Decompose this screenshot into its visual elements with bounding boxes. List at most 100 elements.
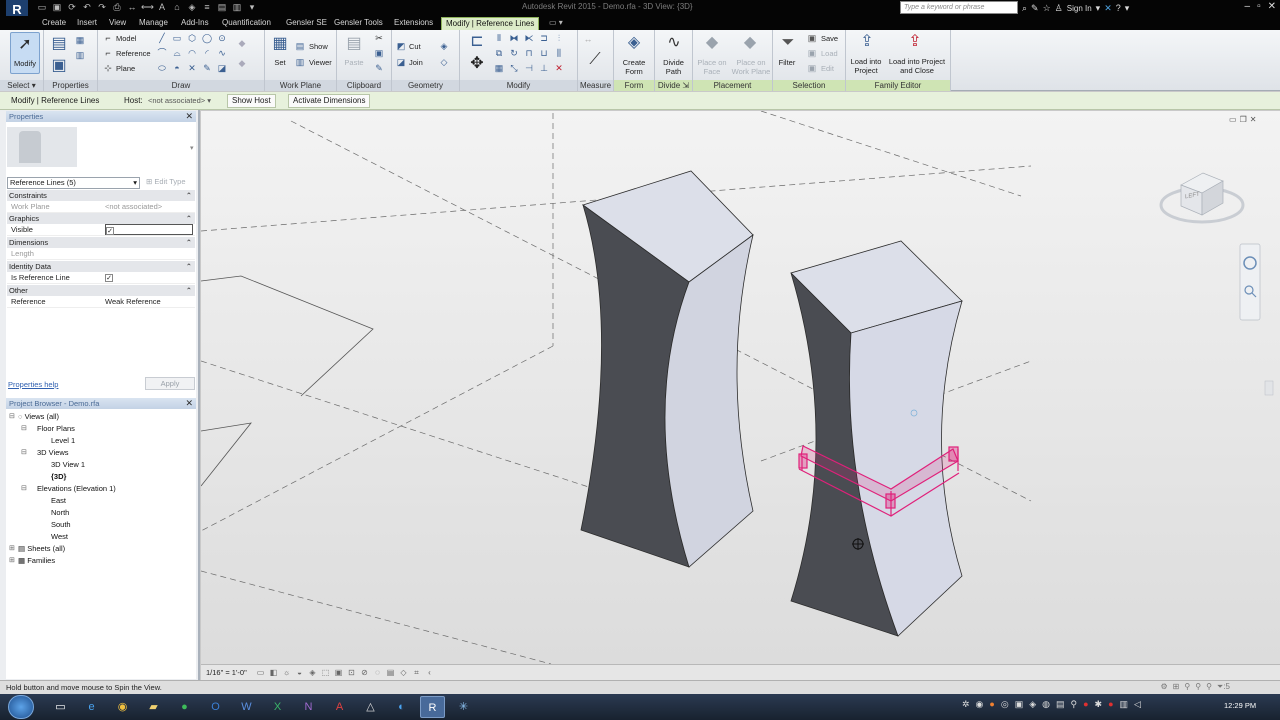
save-icon[interactable]: ▣ [51, 2, 63, 13]
user-icon[interactable]: ♙ [1055, 3, 1063, 14]
place-on-work-plane-icon[interactable]: ◆ [739, 33, 761, 53]
modify-button[interactable]: ➚ Modify [10, 32, 40, 74]
tray-icon[interactable]: ◎ [1001, 699, 1009, 710]
group-graphics[interactable]: Graphics ⌃ [7, 213, 195, 224]
tab-toggle-icon[interactable]: ▭ ▾ [545, 17, 567, 30]
detail-level-icon[interactable]: ▭ [255, 667, 266, 678]
search-icon[interactable]: ⌕ [1022, 3, 1027, 14]
tray-icon[interactable]: ● [1108, 699, 1113, 710]
set-button[interactable]: Set [269, 58, 291, 67]
chevron-down-icon[interactable]: ▾ [1096, 3, 1101, 14]
group-identity-data[interactable]: Identity Data ⌃ [7, 261, 195, 272]
pick-face-icon[interactable]: ◪ [216, 63, 228, 74]
show-crop-icon[interactable]: ▣ [333, 667, 344, 678]
divide-path-icon[interactable]: ∿ [663, 33, 685, 53]
ellipse-icon[interactable]: ⬭ [156, 63, 168, 74]
tray-icon[interactable]: ◉ [976, 699, 984, 710]
cut-geometry-icon[interactable]: ◩ [395, 41, 407, 52]
show-icon[interactable]: ▤ [294, 41, 306, 52]
offset-icon[interactable]: ⫴ [493, 33, 505, 44]
save-selection-button[interactable]: Save [821, 34, 838, 43]
autocad-icon[interactable]: A [327, 696, 352, 718]
mirror-draw-icon[interactable]: ⧔ [523, 33, 535, 44]
tree-3d-views[interactable]: 3D Views [37, 448, 69, 458]
collapse-icon[interactable]: ⊟ [9, 412, 15, 420]
activate-dimensions-button[interactable]: Activate Dimensions [288, 94, 371, 108]
tree-3d-current[interactable]: {3D} [51, 472, 66, 482]
customize-qat-icon[interactable]: ▾ [246, 2, 258, 13]
reference-line-icon[interactable]: ⌐ [102, 48, 114, 59]
tray-icon[interactable]: ◈ [1029, 699, 1036, 710]
split-gap-icon[interactable]: ⫼ [553, 48, 565, 59]
section-icon[interactable]: ◈ [186, 2, 198, 13]
create-form-icon[interactable]: ◈ [623, 33, 645, 53]
constraints-icon[interactable]: ⌗ [411, 667, 422, 678]
trim-extend-icon[interactable]: ⊓ [523, 48, 535, 59]
create-form-button[interactable]: Create Form [614, 58, 654, 76]
chevron-down-icon[interactable]: ▾ [1125, 3, 1130, 14]
lock-view-icon[interactable]: ⊡ [346, 667, 357, 678]
vertical-scrollbar-thumb[interactable] [1264, 380, 1274, 396]
pin-icon[interactable]: ⊥ [538, 63, 550, 74]
tray-icon[interactable]: ✲ [962, 699, 970, 710]
scale-icon[interactable]: ⤡ [508, 63, 520, 74]
match-type-icon[interactable]: ✎ [373, 63, 385, 74]
reference-button[interactable]: Reference [116, 49, 151, 58]
spline-icon[interactable]: ∿ [216, 48, 228, 59]
tab-gensler-se[interactable]: Gensler SE [282, 17, 331, 30]
circle-icon[interactable]: ⊙ [216, 33, 228, 44]
explorer-icon[interactable]: ▰ [141, 696, 166, 718]
chevron-down-icon[interactable]: ▾ [190, 144, 194, 152]
tab-gensler-tools[interactable]: Gensler Tools [330, 17, 387, 30]
fillet-arc-icon[interactable]: ◜ [201, 48, 213, 59]
reveal-hidden-icon[interactable]: ◌ [372, 667, 383, 678]
analytical-icon[interactable]: ◇ [398, 667, 409, 678]
3d-view-canvas[interactable] [201, 111, 1280, 664]
type-selector[interactable]: Reference Lines (5) ▾ [7, 177, 140, 189]
tab-add-ins[interactable]: Add-Ins [177, 17, 213, 30]
dimension-icon[interactable]: ⟷ [141, 2, 154, 13]
load-into-project-button[interactable]: Load into Project [846, 57, 886, 75]
redo-icon[interactable]: ↷ [96, 2, 108, 13]
paste-button[interactable]: Paste [341, 58, 367, 67]
edit-selection-button[interactable]: Edit [821, 64, 834, 73]
pick-lines-icon[interactable]: ✎ [201, 63, 213, 74]
temp-properties-icon[interactable]: ▤ [385, 667, 396, 678]
chrome-icon[interactable]: ◉ [110, 696, 135, 718]
autocad-dim-icon[interactable]: △ [358, 696, 383, 718]
filter-icon[interactable]: ⏷:5 [1217, 682, 1230, 692]
media-icon[interactable]: ◐ [389, 696, 414, 718]
panel-title-select[interactable]: Select ▾ [0, 80, 43, 91]
tab-extensions[interactable]: Extensions [390, 17, 437, 30]
filter-icon[interactable]: ⏷ [777, 33, 799, 53]
close-icon[interactable]: ✕ [185, 398, 193, 409]
polygon-icon[interactable]: ⬡ [186, 33, 198, 44]
line-icon[interactable]: ╱ [156, 33, 168, 44]
apply-button[interactable]: Apply [145, 377, 195, 390]
tray-icon[interactable]: ⚲ [1071, 699, 1078, 710]
dimension-icon[interactable]: ⟋ [584, 50, 606, 70]
sun-path-icon[interactable]: ☼ [281, 667, 292, 678]
show-host-button[interactable]: Show Host [227, 94, 276, 108]
word-icon[interactable]: W [234, 696, 259, 718]
arc-icon[interactable]: ⌒ [156, 48, 168, 59]
maximize-icon[interactable]: ▫ [1257, 1, 1261, 12]
arc-icon[interactable]: ◠ [186, 48, 198, 59]
visual-style-icon[interactable]: ◧ [268, 667, 279, 678]
lync-icon[interactable]: ● [172, 696, 197, 718]
close-hidden-icon[interactable]: ▤ [216, 2, 228, 13]
sync-icon[interactable]: ⟳ [66, 2, 78, 13]
tree-west[interactable]: West [51, 532, 68, 542]
model-button[interactable]: Model [116, 34, 136, 43]
subscription-icon[interactable]: ✎ [1031, 3, 1039, 14]
load-selection-button[interactable]: Load [821, 49, 838, 58]
excel-icon[interactable]: X [265, 696, 290, 718]
wall-joins-icon[interactable]: ◈ [438, 41, 450, 52]
array-icon[interactable]: ▦ [493, 63, 505, 74]
tray-icon[interactable]: ● [1083, 699, 1088, 710]
print-icon[interactable]: ⎙ [111, 2, 123, 13]
move-icon[interactable]: ✥ [466, 54, 488, 74]
tree-3d-view-1[interactable]: 3D View 1 [51, 460, 85, 470]
tab-view[interactable]: View [105, 17, 130, 30]
tray-icon[interactable]: ▤ [1056, 699, 1065, 710]
